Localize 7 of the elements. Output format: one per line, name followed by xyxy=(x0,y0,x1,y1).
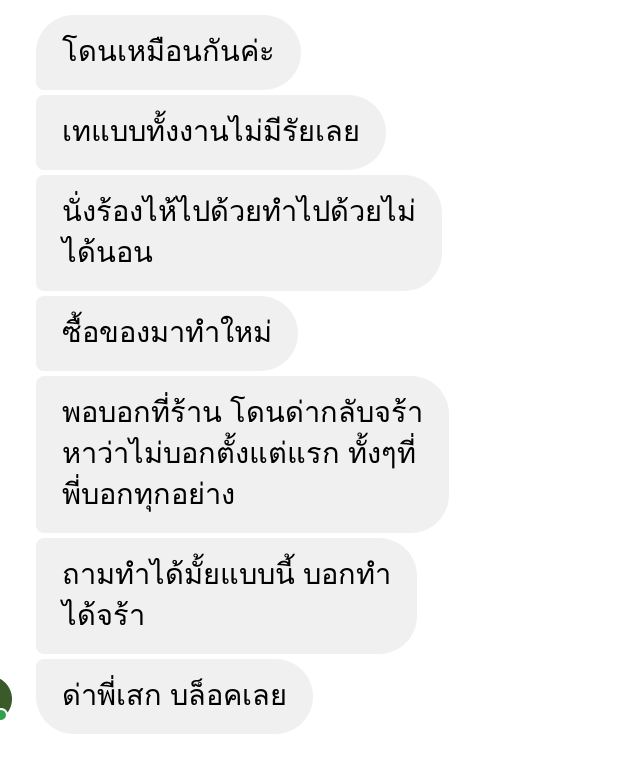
message-bubble: เทแบบทั้งงานไม่มีรัยเลย xyxy=(36,95,386,170)
message-bubble: โดนเหมือนกันค่ะ xyxy=(36,15,301,90)
message-bubble: ถามทำได้มั้ยแบบนี้ บอกทำ ได้จร้า xyxy=(36,538,418,654)
message-bubble: ด่าพี่เสก บล็อคเลย xyxy=(36,659,314,734)
message-bubble: นั่งร้องไห้ไปด้วยทำไปด้วยไม่ ได้นอน xyxy=(36,175,442,291)
message-bubble: ซื้อของมาทำใหม่ xyxy=(36,296,298,371)
message-bubble: พอบอกที่ร้าน โดนด่ากลับจร้า หาว่าไม่บอกตั้งแต่แรก ทั้งๆที่ พี่บอกทุกอย่าง xyxy=(36,376,450,533)
